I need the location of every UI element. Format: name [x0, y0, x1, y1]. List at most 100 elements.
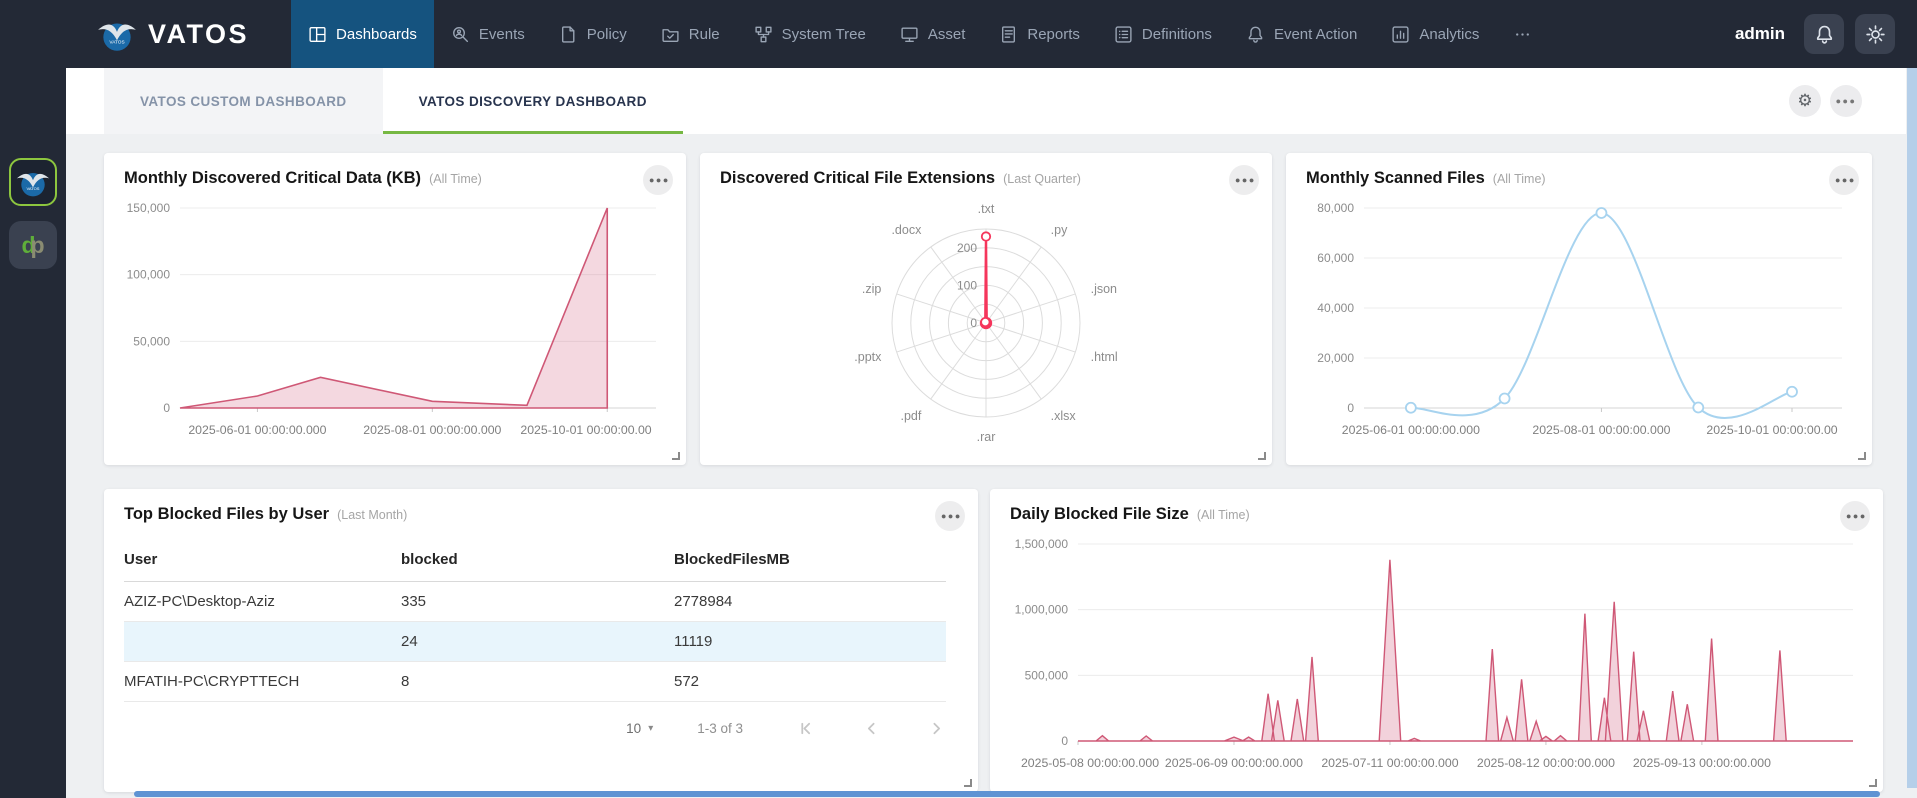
vatos-app-icon: VATOS	[16, 173, 50, 197]
card-period: (All Time)	[1196, 508, 1250, 522]
chevron-left-icon	[867, 722, 875, 735]
card-title: Monthly Discovered Critical Data (KB)	[124, 169, 422, 187]
column-header-blockedfilesmb: BlockedFilesMB	[674, 540, 946, 582]
document-icon	[561, 25, 575, 43]
svg-text:.txt: .txt	[978, 202, 995, 216]
table-cell: 8	[401, 661, 674, 702]
nav-item-analytics[interactable]: Analytics	[1374, 0, 1496, 68]
svg-text:0: 0	[1061, 734, 1068, 748]
nav-item-event-action[interactable]: Event Action	[1229, 0, 1374, 68]
svg-text:.rar: .rar	[977, 430, 996, 444]
table-cell	[124, 621, 401, 662]
dashboard-tabbar: VATOS CUSTOM DASHBOARD VATOS DISCOVERY D…	[66, 68, 1906, 134]
nav-item-asset[interactable]: Asset	[883, 0, 983, 68]
svg-text:1,000,000: 1,000,000	[1015, 603, 1069, 617]
username[interactable]: admin	[1735, 24, 1785, 44]
table-row[interactable]: AZIZ-PC\Desktop-Aziz 335 2778984	[124, 581, 946, 622]
card-period: (Last Quarter)	[1003, 172, 1081, 186]
active-tab-indicator	[382, 131, 683, 134]
tab-vatos-custom-dashboard[interactable]: VATOS CUSTOM DASHBOARD	[104, 68, 383, 134]
table-cell: 572	[674, 661, 946, 702]
main-nav: Dashboards Events Policy Rule System Tree Ass…	[291, 0, 1549, 68]
card-resize-handle[interactable]	[964, 779, 972, 787]
settings-button[interactable]	[1855, 14, 1895, 54]
card-menu-button[interactable]: ●●●	[1840, 501, 1870, 531]
prev-page-button[interactable]	[862, 719, 881, 738]
card-menu-button[interactable]: ●●●	[935, 501, 965, 531]
dashboard-settings-button[interactable]: ⚙	[1789, 85, 1821, 117]
svg-text:2025-07-11 00:00:00.000: 2025-07-11 00:00:00.000	[1321, 756, 1458, 770]
card-resize-handle[interactable]	[1858, 452, 1866, 460]
nav-item-dashboards[interactable]: Dashboards	[291, 0, 434, 68]
svg-text:.xlsx: .xlsx	[1051, 409, 1077, 423]
svg-text:40,000: 40,000	[1317, 301, 1354, 315]
svg-text:.docx: .docx	[891, 223, 922, 237]
svg-text:100: 100	[957, 278, 977, 292]
nav-item-label: Analytics	[1419, 25, 1480, 43]
svg-text:500,000: 500,000	[1025, 668, 1069, 682]
nav-item-label: Rule	[688, 25, 720, 43]
svg-text:2025-08-01 00:00:00.000: 2025-08-01 00:00:00.000	[363, 423, 501, 437]
svg-text:VATOS: VATOS	[27, 186, 40, 191]
nav-item-reports[interactable]: Reports	[982, 0, 1097, 68]
card-title: Monthly Scanned Files	[1306, 169, 1485, 187]
nav-item-policy[interactable]: Policy	[542, 0, 644, 68]
vertical-scrollbar[interactable]	[1907, 68, 1917, 788]
svg-text:150,000: 150,000	[127, 201, 171, 215]
brand[interactable]: VATOS VATOS	[0, 0, 291, 68]
table-pagination: 10 ▾ 1-3 of 3	[124, 719, 946, 738]
svg-text:2025-10-01 00:00:00.00: 2025-10-01 00:00:00.00	[1706, 423, 1837, 437]
svg-text:.json: .json	[1091, 282, 1117, 296]
nav-item-more[interactable]	[1496, 0, 1549, 68]
svg-text:2025-06-09 00:00:00.000: 2025-06-09 00:00:00.000	[1165, 756, 1303, 770]
nav-item-label: Reports	[1027, 25, 1080, 43]
page-size-select[interactable]: 10 ▾	[626, 721, 653, 736]
table-cell: AZIZ-PC\Desktop-Aziz	[124, 581, 401, 622]
svg-text:200: 200	[957, 241, 977, 255]
first-page-button[interactable]	[797, 719, 816, 738]
svg-text:2025-08-01 00:00:00.000: 2025-08-01 00:00:00.000	[1532, 423, 1670, 437]
card-top-blocked-files-by-user: Top Blocked Files by User (Last Month) ●…	[104, 489, 978, 792]
dashboard-icon	[309, 26, 326, 42]
card-menu-button[interactable]: ●●●	[643, 165, 673, 195]
gear-icon	[1865, 24, 1885, 44]
table-cell: MFATIH-PC\CRYPTTECH	[124, 661, 401, 702]
svg-text:.zip: .zip	[862, 282, 882, 296]
nav-item-system-tree[interactable]: System Tree	[737, 0, 883, 68]
column-header-user: User	[124, 540, 401, 582]
nav-item-label: Policy	[586, 25, 627, 43]
notifications-button[interactable]	[1804, 14, 1844, 54]
nav-item-rule[interactable]: Rule	[644, 0, 737, 68]
app-dp-button[interactable]: dp	[9, 221, 57, 269]
svg-text:2025-06-01 00:00:00.000: 2025-06-01 00:00:00.000	[1342, 423, 1480, 437]
page-range-label: 1-3 of 3	[697, 721, 743, 736]
next-page-button[interactable]	[927, 719, 946, 738]
svg-text:2025-05-08 00:00:00.000: 2025-05-08 00:00:00.000	[1021, 756, 1159, 770]
dashboard-more-button[interactable]: ●●●	[1830, 85, 1862, 117]
table-cell: 11119	[674, 621, 946, 662]
app-vatos-button[interactable]: VATOS	[9, 158, 57, 206]
nav-item-definitions[interactable]: Definitions	[1097, 0, 1229, 68]
svg-text:0: 0	[163, 401, 170, 415]
card-title: Top Blocked Files by User	[124, 505, 330, 523]
svg-text:.pdf: .pdf	[900, 409, 921, 423]
table-row[interactable]: 24 11119	[124, 621, 946, 662]
card-discovered-critical-file-extensions: Discovered Critical File Extensions (Las…	[700, 153, 1272, 465]
card-resize-handle[interactable]	[1258, 452, 1266, 460]
tab-vatos-discovery-dashboard[interactable]: VATOS DISCOVERY DASHBOARD	[382, 68, 683, 134]
svg-text:0: 0	[970, 316, 977, 330]
card-resize-handle[interactable]	[1869, 779, 1877, 787]
card-resize-handle[interactable]	[672, 452, 680, 460]
column-header-blocked: blocked	[401, 540, 674, 582]
horizontal-scrollbar[interactable]	[134, 791, 1880, 797]
nav-item-label: Event Action	[1273, 25, 1358, 43]
svg-text:60,000: 60,000	[1317, 251, 1354, 265]
card-menu-button[interactable]: ●●●	[1229, 165, 1259, 195]
tabbar-actions: ⚙ ●●●	[1789, 68, 1906, 134]
card-menu-button[interactable]: ●●●	[1829, 165, 1859, 195]
nav-item-events[interactable]: Events	[434, 0, 542, 68]
page-size-value: 10	[626, 721, 642, 736]
svg-text:2025-09-13 00:00:00.000: 2025-09-13 00:00:00.000	[1633, 756, 1771, 770]
first-page-icon	[801, 722, 811, 735]
table-row[interactable]: MFATIH-PC\CRYPTTECH 8 572	[124, 661, 946, 702]
